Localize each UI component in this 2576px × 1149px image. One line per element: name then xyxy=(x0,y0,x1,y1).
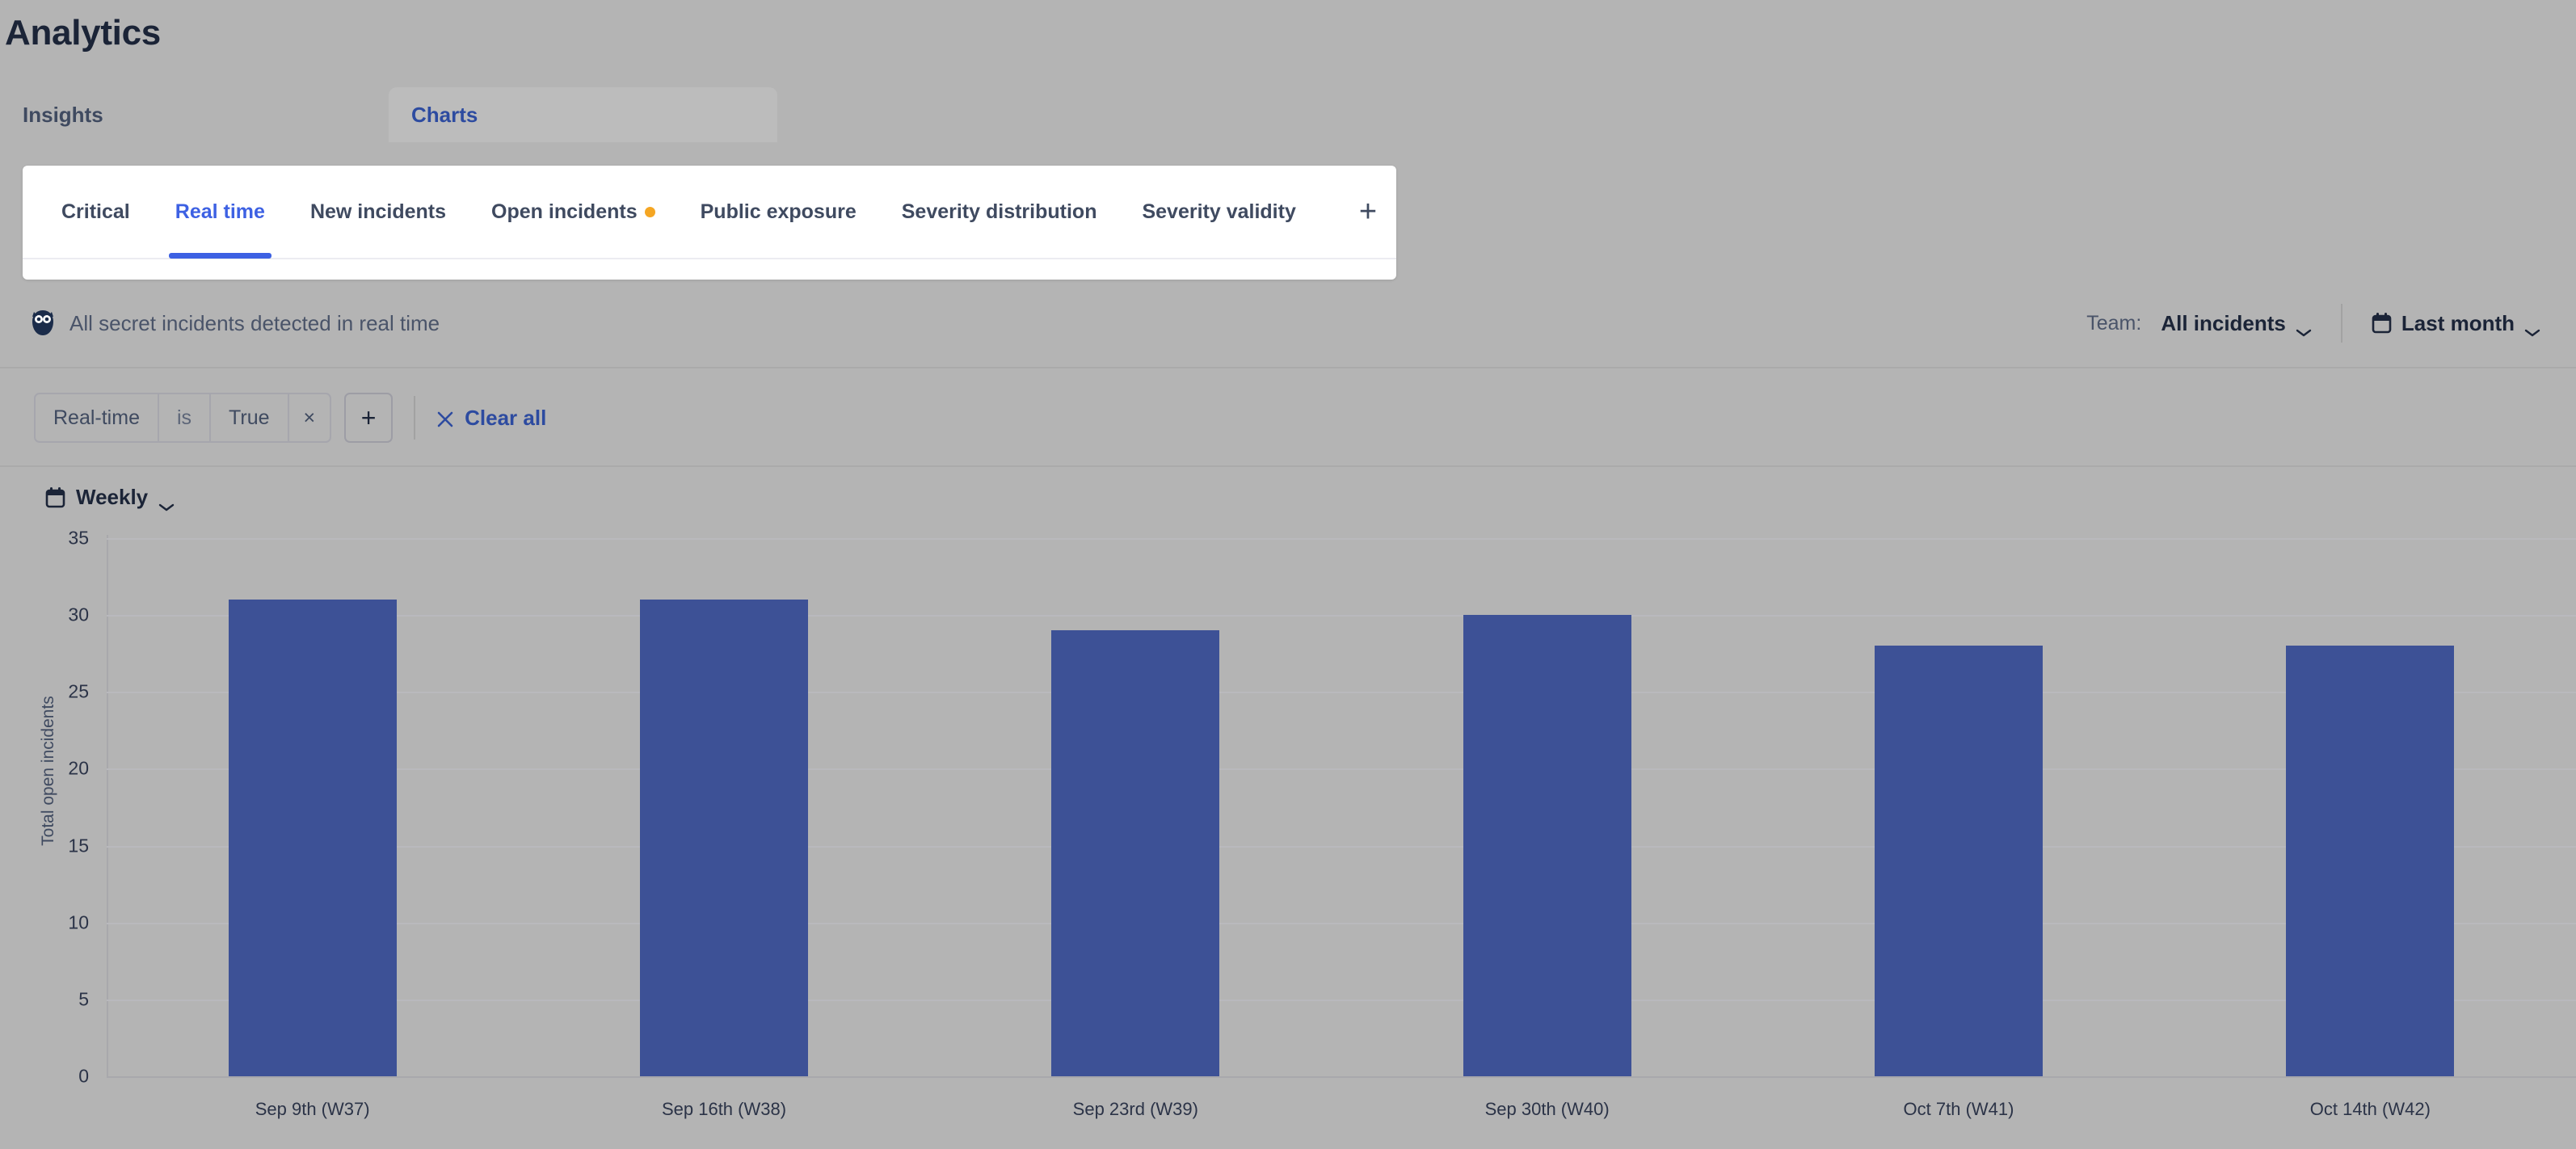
chart-tab-popover: Critical Real time New incidents Open incid… xyxy=(23,166,1396,280)
bar[interactable] xyxy=(2286,646,2455,1076)
chart-controls: Team: All incidents Last month xyxy=(2086,304,2549,343)
gridline xyxy=(107,692,2576,694)
chart-tabs: Critical Real time New incidents Open incid… xyxy=(23,166,1396,259)
y-axis-tick-label: 25 xyxy=(68,680,89,702)
unsaved-changes-dot-icon xyxy=(644,206,655,217)
owl-icon xyxy=(31,310,55,336)
bar[interactable] xyxy=(640,600,808,1076)
gridline xyxy=(107,538,2576,540)
chart-tab-new-incidents[interactable]: New incidents xyxy=(288,165,469,259)
close-icon xyxy=(436,409,454,427)
page-title: Analytics xyxy=(5,13,161,53)
x-axis-tick-label: Oct 7th (W41) xyxy=(1903,1099,2014,1119)
add-filter-button[interactable]: + xyxy=(344,393,394,443)
y-axis-tick-label: 20 xyxy=(68,757,89,779)
chart-tab-severity-distribution[interactable]: Severity distribution xyxy=(879,165,1120,259)
chart-tab-real-time[interactable]: Real time xyxy=(153,165,288,259)
filter-divider xyxy=(414,396,416,440)
chart-tab-severity-validity[interactable]: Severity validity xyxy=(1119,165,1318,259)
chart-tab-label: Severity validity xyxy=(1142,200,1296,223)
tab-charts-label: Charts xyxy=(411,102,478,127)
x-axis-tick-label: Sep 16th (W38) xyxy=(661,1099,787,1119)
chart-tab-label: Public exposure xyxy=(700,200,857,223)
y-axis-tick-label: 30 xyxy=(68,604,89,625)
tab-charts[interactable]: Charts xyxy=(389,87,777,142)
filter-bar: Real-time is True × + Clear all xyxy=(0,370,2576,467)
bar-chart: Total open incidents 0 5 10 15 20 25 30 35 Sep … xyxy=(0,520,2576,1149)
filter-chip-operator[interactable]: is xyxy=(159,394,212,441)
control-divider xyxy=(2340,304,2342,343)
bar[interactable] xyxy=(1875,646,2043,1076)
clear-all-label: Clear all xyxy=(465,405,547,430)
x-axis-tick-label: Sep 9th (W37) xyxy=(255,1099,370,1119)
y-axis-tick-label: 35 xyxy=(68,527,89,549)
gridline xyxy=(107,999,2576,1001)
granularity-value: Weekly xyxy=(76,485,149,509)
chart-tab-critical[interactable]: Critical xyxy=(39,165,153,259)
team-filter-value: All incidents xyxy=(2161,310,2286,335)
chart-tab-public-exposure[interactable]: Public exposure xyxy=(678,165,879,259)
bar[interactable] xyxy=(1051,630,1220,1076)
clear-all-filters-button[interactable]: Clear all xyxy=(436,406,546,431)
chevron-down-icon xyxy=(158,493,175,511)
chart-tab-open-incidents[interactable]: Open incidents xyxy=(469,165,678,259)
chevron-down-icon xyxy=(2524,318,2540,337)
x-axis-tick-label: Sep 23rd (W39) xyxy=(1072,1099,1198,1119)
y-axis-tick-label: 0 xyxy=(78,1065,89,1087)
chart-tab-label: Severity distribution xyxy=(901,200,1097,223)
chart-tab-label: Critical xyxy=(61,200,130,223)
bar[interactable] xyxy=(228,600,397,1076)
team-filter-select[interactable]: All incidents xyxy=(2153,305,2320,343)
gridline xyxy=(107,615,2576,617)
chart-tab-label: New incidents xyxy=(309,200,447,223)
gridline xyxy=(107,922,2576,924)
chevron-down-icon xyxy=(2296,318,2312,337)
tab-insights[interactable]: Insights xyxy=(0,87,389,142)
filter-chip-key[interactable]: Real-time xyxy=(36,394,159,441)
chart-subtitle: All secret incidents detected in real ti… xyxy=(31,310,440,336)
add-chart-tab-button[interactable]: + xyxy=(1345,165,1391,259)
y-axis-tick-label: 15 xyxy=(68,835,89,856)
date-range-select[interactable]: Last month xyxy=(2363,305,2549,343)
chart-panel: Weekly Total open incidents 0 5 10 15 20 25 30… xyxy=(0,467,2576,1149)
gridline xyxy=(107,1076,2576,1078)
x-axis-tick-label: Sep 30th (W40) xyxy=(1484,1099,1610,1119)
y-axis-tick-label: 10 xyxy=(68,911,89,933)
team-filter-label: Team: xyxy=(2086,311,2142,335)
chart-subtitle-text: All secret incidents detected in real ti… xyxy=(69,310,440,335)
toplevel-tabs: Insights Charts xyxy=(0,87,2576,142)
calendar-icon xyxy=(2372,313,2392,334)
x-axis-tick-label: Oct 14th (W42) xyxy=(2309,1099,2431,1119)
date-range-value: Last month xyxy=(2401,310,2515,335)
tab-insights-label: Insights xyxy=(23,102,103,127)
calendar-icon xyxy=(45,486,65,508)
y-axis-tick-label: 5 xyxy=(78,988,89,1010)
gridline xyxy=(107,845,2576,848)
filter-chip-real-time[interactable]: Real-time is True × xyxy=(34,393,332,443)
chart-tab-label: Real time xyxy=(175,200,265,223)
gridline xyxy=(107,768,2576,771)
granularity-select[interactable]: Weekly xyxy=(45,485,175,511)
filter-chip-value[interactable]: True xyxy=(211,394,289,441)
chart-tab-label: Open incidents xyxy=(491,200,638,223)
chart-subtitle-row: All secret incidents detected in real ti… xyxy=(0,280,2576,368)
filter-chip-remove-icon[interactable]: × xyxy=(289,394,330,441)
bar[interactable] xyxy=(1463,615,1631,1076)
